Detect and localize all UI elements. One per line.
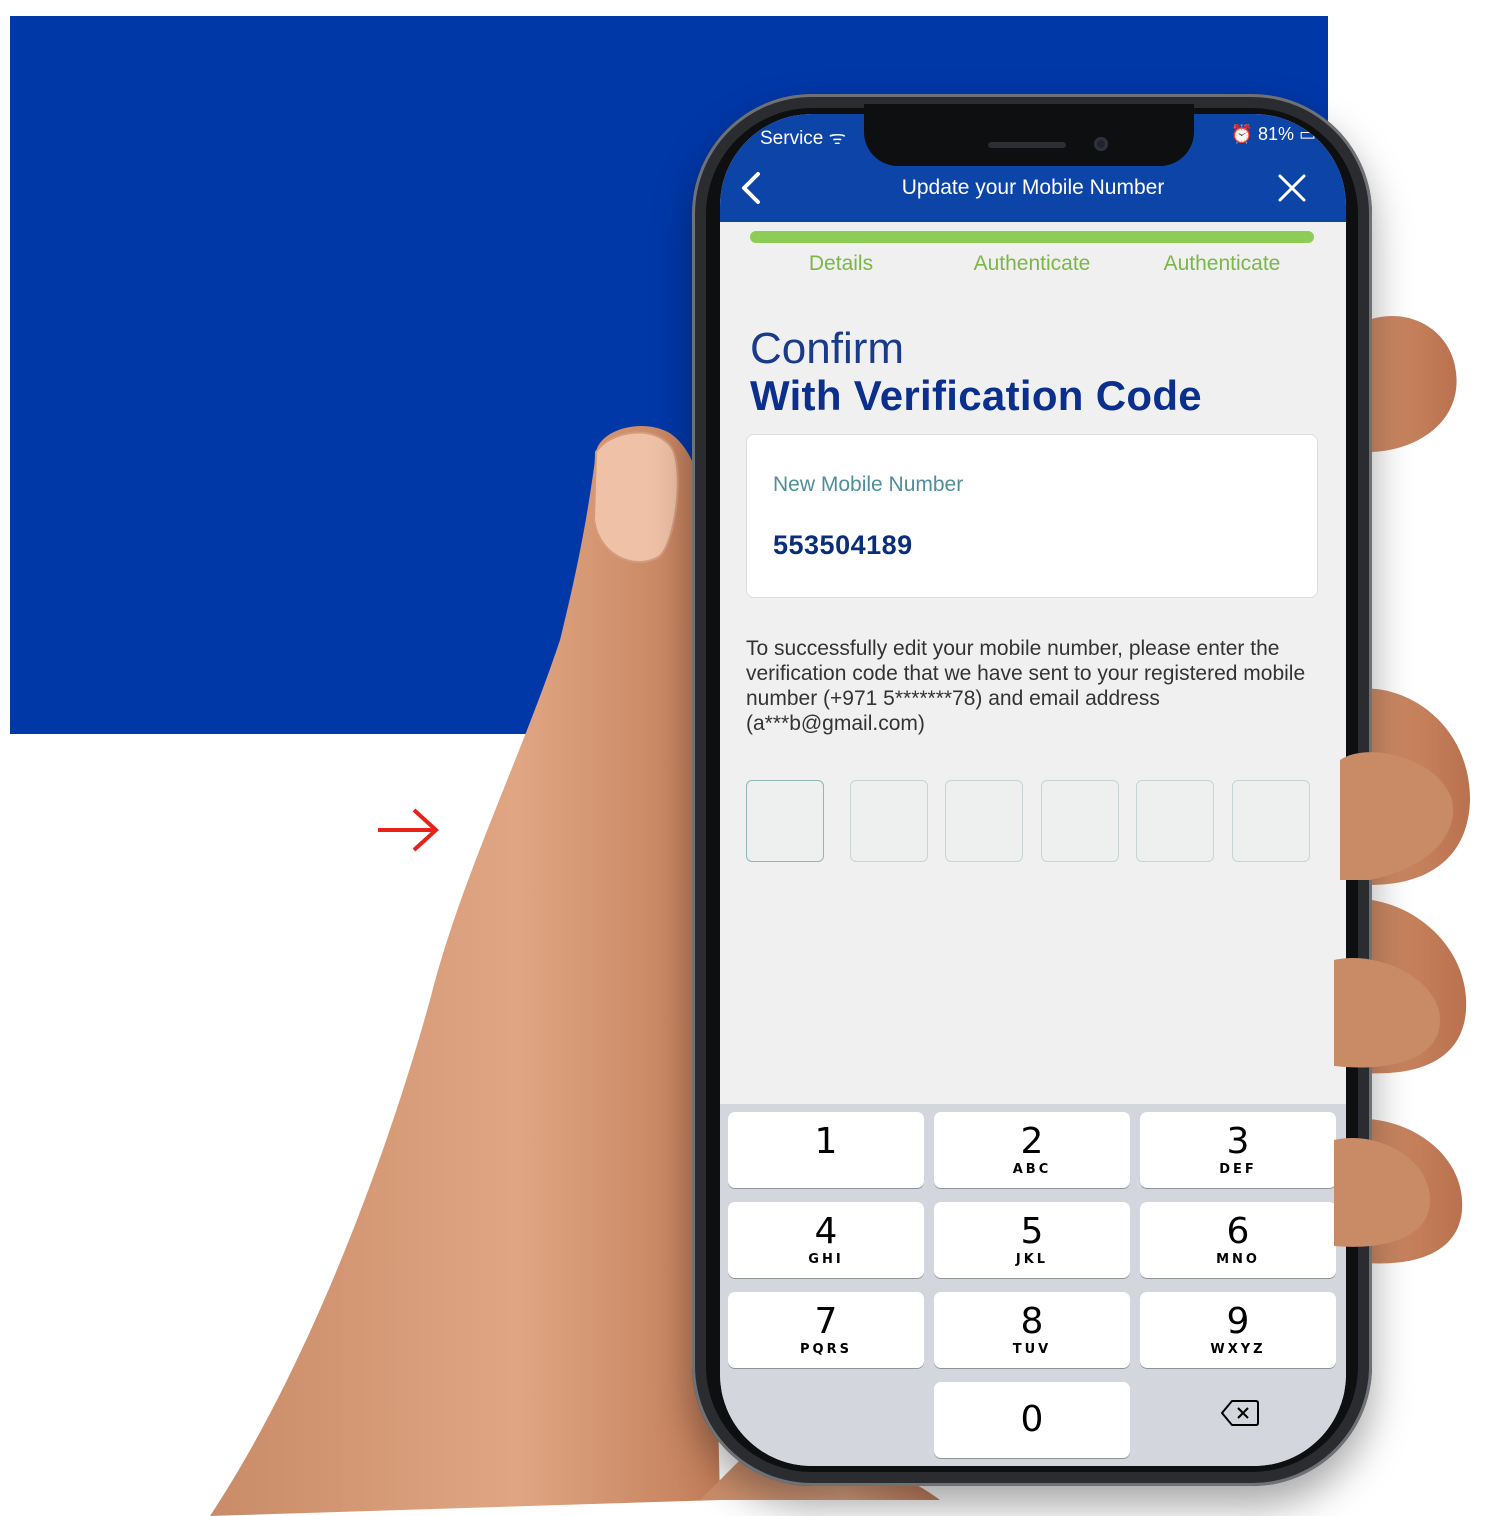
new-mobile-number-label: New Mobile Number — [773, 473, 964, 496]
key-3-digit: 3 — [1226, 1121, 1250, 1162]
key-7-letters: PQRS — [800, 1342, 852, 1357]
step-authenticate-1: Authenticate — [973, 252, 1091, 275]
status-battery: ⏰ 81% ▭ — [1231, 124, 1316, 145]
phone-screen: Service ᯤ ⏰ 81% ▭ Update your Mobile Num… — [720, 114, 1346, 1466]
speaker-grille — [988, 142, 1066, 148]
key-7[interactable]: 7 PQRS — [728, 1292, 924, 1368]
step-indicator: Details Authenticate Authenticate — [720, 252, 1346, 286]
backspace-icon[interactable] — [1220, 1398, 1260, 1428]
otp-digit-1[interactable] — [746, 780, 824, 862]
otp-digit-2[interactable] — [850, 780, 928, 862]
key-0-digit: 0 — [1020, 1399, 1044, 1440]
key-2-letters: ABC — [1012, 1162, 1052, 1177]
heading-verification-code: With Verification Code — [750, 372, 1202, 419]
key-6[interactable]: 6 MNO — [1140, 1202, 1336, 1278]
step-authenticate-2: Authenticate — [1163, 252, 1281, 275]
key-3[interactable]: 3 DEF — [1140, 1112, 1336, 1188]
key-5[interactable]: 5 JKL — [934, 1202, 1130, 1278]
key-7-digit: 7 — [814, 1301, 838, 1342]
page-title: Update your Mobile Number — [901, 176, 1165, 199]
key-1[interactable]: 1 — [728, 1112, 924, 1188]
key-1-digit: 1 — [814, 1121, 838, 1162]
key-9-digit: 9 — [1226, 1301, 1250, 1342]
new-mobile-number-card: New Mobile Number 553504189 — [746, 434, 1318, 598]
key-6-letters: MNO — [1216, 1252, 1260, 1267]
heading-confirm: Confirm — [750, 324, 905, 373]
key-9[interactable]: 9 WXYZ — [1140, 1292, 1336, 1368]
wifi-icon: ᯤ — [828, 128, 846, 149]
arrow-right-icon — [378, 808, 439, 852]
key-2[interactable]: 2 ABC — [934, 1112, 1130, 1188]
otp-digit-3[interactable] — [945, 780, 1023, 862]
new-mobile-number-value: 553504189 — [773, 530, 913, 560]
key-8-digit: 8 — [1020, 1301, 1044, 1342]
otp-digit-5[interactable] — [1136, 780, 1214, 862]
key-3-letters: DEF — [1219, 1162, 1257, 1177]
key-8-letters: TUV — [1012, 1342, 1052, 1357]
numeric-keypad: 1 2 ABC 3 DEF 4 GHI 5 JKL 6 MNO 7 PQRS 8 — [720, 1104, 1346, 1466]
key-4-letters: GHI — [808, 1252, 844, 1267]
key-5-letters: JKL — [1015, 1252, 1049, 1267]
battery-percent: 81% — [1257, 124, 1294, 144]
alarm-icon: ⏰ — [1230, 124, 1258, 144]
phone-notch — [864, 104, 1194, 166]
otp-input-row — [746, 780, 1316, 862]
otp-digit-6[interactable] — [1232, 780, 1310, 862]
otp-digit-4[interactable] — [1041, 780, 1119, 862]
key-5-digit: 5 — [1020, 1211, 1044, 1252]
key-6-digit: 6 — [1226, 1211, 1250, 1252]
close-icon[interactable] — [1274, 170, 1310, 206]
key-4[interactable]: 4 GHI — [728, 1202, 924, 1278]
key-8[interactable]: 8 TUV — [934, 1292, 1130, 1368]
front-camera — [1094, 137, 1108, 151]
carrier-label: Service — [760, 128, 824, 149]
key-2-digit: 2 — [1020, 1121, 1044, 1162]
step-details: Details — [808, 252, 874, 275]
battery-icon: ▭ — [1298, 124, 1316, 144]
key-0[interactable]: 0 — [934, 1382, 1130, 1458]
key-4-digit: 4 — [814, 1211, 838, 1252]
progress-bar — [750, 231, 1314, 243]
status-carrier: Service ᯤ — [760, 124, 846, 150]
key-9-letters: WXYZ — [1210, 1342, 1266, 1357]
verification-instructions: To successfully edit your mobile number,… — [746, 637, 1306, 735]
